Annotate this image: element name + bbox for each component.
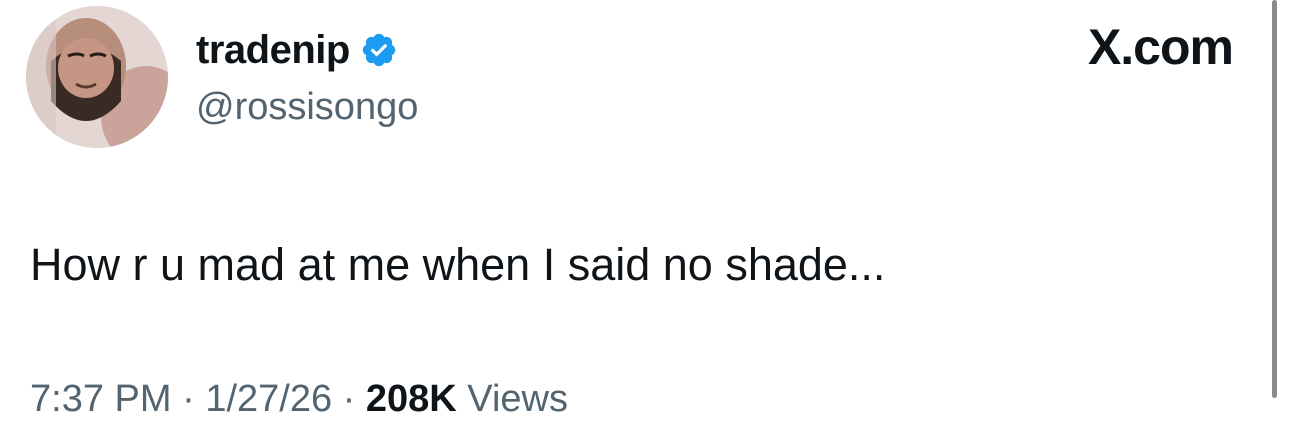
x-com-brand-label: X.com bbox=[1087, 19, 1234, 75]
post-metadata: 7:37 PM · 1/27/26 · 208K Views bbox=[30, 380, 568, 418]
views-label: Views bbox=[467, 378, 568, 420]
author-name-row: tradenip bbox=[196, 24, 398, 76]
post-time[interactable]: 7:37 PM bbox=[30, 378, 172, 420]
meta-separator: · bbox=[332, 378, 366, 420]
scrollbar[interactable] bbox=[1272, 0, 1277, 398]
post-date[interactable]: 1/27/26 bbox=[205, 378, 332, 420]
post-body-text: How r u mad at me when I said no shade..… bbox=[30, 239, 886, 290]
meta-separator: · bbox=[171, 378, 206, 420]
avatar[interactable] bbox=[26, 6, 168, 148]
verified-badge-icon bbox=[360, 31, 398, 69]
views-count: 208K bbox=[365, 378, 457, 420]
author-display-name[interactable]: tradenip bbox=[196, 30, 350, 70]
avatar-photo-icon bbox=[26, 6, 168, 148]
author-handle[interactable]: @rossisongo bbox=[196, 88, 418, 126]
